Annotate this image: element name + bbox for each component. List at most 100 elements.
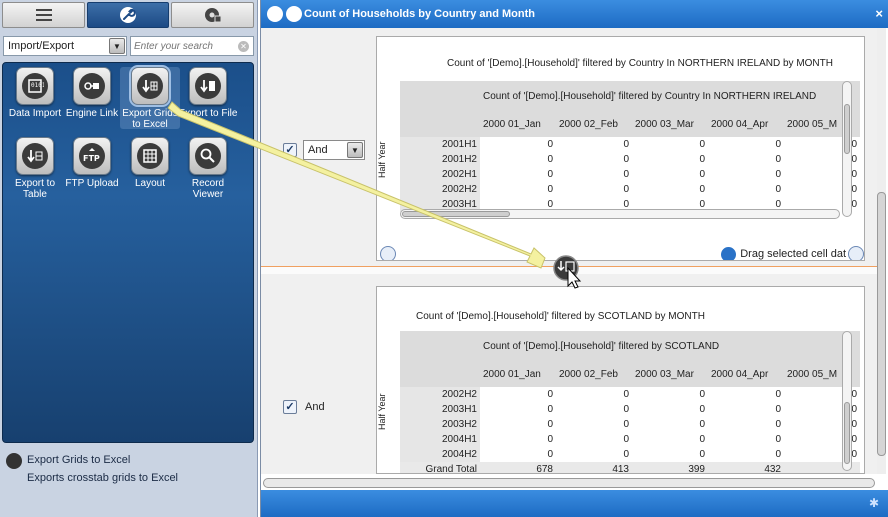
row-header[interactable]: 2004H1 [400,432,480,447]
grid-cell[interactable]: 0 [480,167,556,182]
tool-data-import[interactable]: 0101 Data Import [5,67,65,119]
grid-cell[interactable]: 0 [632,182,708,197]
row-header[interactable]: 2001H2 [400,152,480,167]
top-condition-checkbox[interactable]: ✓ [283,143,297,157]
window-hscroll[interactable] [263,478,875,488]
top-grid-panel: Count of '[Demo].[Household]' filtered b… [376,36,865,261]
grid-cell[interactable]: 0 [632,447,708,462]
grid-cell[interactable]: 0 [632,387,708,402]
tool-ftp-upload[interactable]: FTP FTP Upload [62,137,122,189]
grid-cell[interactable]: 0 [708,137,784,152]
user-icon[interactable] [267,6,283,22]
grid-cell[interactable]: 0 [708,152,784,167]
grid-cell[interactable]: 399 [632,462,708,473]
column-header[interactable]: 2000 02_Feb [556,361,632,387]
grid-cell[interactable]: 0 [708,402,784,417]
tab-settings[interactable] [171,2,254,28]
tool-layout[interactable]: Layout [120,137,180,189]
grid-cell[interactable]: 0 [556,447,632,462]
list-icon[interactable] [848,246,864,260]
grid-cell[interactable]: 0 [556,387,632,402]
grid-cell[interactable]: 0 [708,417,784,432]
grid-cell[interactable]: 0 [632,137,708,152]
layout-icon [137,143,163,169]
data-import-icon: 0101 [22,73,48,99]
row-header[interactable]: 2002H1 [400,167,480,182]
grid-cell[interactable]: 0 [480,387,556,402]
grid-cell[interactable]: 0 [480,432,556,447]
close-button[interactable]: × [875,6,883,21]
row-header[interactable]: 2002H2 [400,387,480,402]
grid-cell[interactable]: 0 [556,167,632,182]
row-header[interactable]: 2001H1 [400,137,480,152]
grid-cell[interactable]: 0 [480,402,556,417]
chevron-down-icon[interactable]: ▼ [347,142,363,158]
column-header[interactable]: 2000 02_Feb [556,111,632,137]
bottom-grid-panel: Count of '[Demo].[Household]' filtered b… [376,286,865,474]
grid-cell[interactable]: 0 [480,447,556,462]
category-select-value: Import/Export [8,40,75,52]
grid-cell[interactable]: 0 [708,182,784,197]
grid-cell[interactable]: 0 [632,152,708,167]
clear-search-icon[interactable]: ✕ [238,41,249,52]
tool-engine-link[interactable]: Engine Link [62,67,122,119]
grid-cell[interactable]: 0 [708,447,784,462]
tool-export-grids-to-excel[interactable]: Export Grids to Excel [120,65,180,130]
column-header[interactable]: 2000 01_Jan [480,361,556,387]
drag-hint: Drag selected cell dat [721,246,864,260]
row-header[interactable]: 2004H2 [400,447,480,462]
pane-divider[interactable] [261,266,877,274]
user-icon [721,246,737,260]
category-select[interactable]: Import/Export ▼ [3,36,127,56]
grid-cell[interactable]: 678 [480,462,556,473]
grid-cell[interactable]: 413 [556,462,632,473]
grid-cell[interactable]: 0 [556,137,632,152]
bottom-grid-vscroll[interactable] [842,331,852,471]
tool-info-description: Exports crosstab grids to Excel [27,472,179,484]
column-header[interactable]: 2000 03_Mar [632,111,708,137]
grid-cell[interactable]: 0 [632,432,708,447]
row-header[interactable]: 2002H2 [400,182,480,197]
grid-cell[interactable]: 0 [556,182,632,197]
top-grid-hscroll[interactable] [400,209,840,219]
tool-export-to-file[interactable]: Export to File [178,67,238,119]
expand-icon[interactable] [380,246,396,260]
grid-cell[interactable]: 0 [480,182,556,197]
row-header[interactable]: 2003H2 [400,417,480,432]
top-grid-vscroll[interactable] [842,81,852,217]
grid-cell[interactable]: 0 [556,432,632,447]
grid-cell[interactable]: 0 [556,152,632,167]
chevron-down-icon[interactable]: ▼ [109,38,125,54]
tool-palette: 0101 Data Import Engine Link Export Grid… [2,62,254,443]
row-header[interactable]: Grand Total [400,462,480,473]
bottom-condition-checkbox[interactable]: ✓ [283,400,297,414]
window-title: Count of Households by Country and Month [304,8,535,20]
grid-cell[interactable]: 0 [632,417,708,432]
grid-cell[interactable]: 432 [708,462,784,473]
resize-grip-icon[interactable]: ✱ [869,496,879,510]
column-header[interactable]: 2000 04_Apr [708,111,784,137]
row-header[interactable]: 2003H1 [400,402,480,417]
column-header[interactable]: 2000 01_Jan [480,111,556,137]
column-header[interactable]: 2000 03_Mar [632,361,708,387]
tab-tools[interactable] [87,2,169,28]
top-operator-select[interactable]: And ▼ [303,140,365,160]
column-header[interactable]: 2000 04_Apr [708,361,784,387]
grid-cell[interactable]: 0 [480,417,556,432]
grid-cell[interactable]: 0 [480,152,556,167]
search-input[interactable] [131,37,235,55]
grid-cell[interactable]: 0 [556,402,632,417]
window-vscroll[interactable] [877,28,886,474]
info-icon[interactable] [286,6,302,22]
tool-record-viewer[interactable]: Record Viewer [178,137,238,200]
tool-export-to-table[interactable]: Export to Table [5,137,65,200]
grid-cell[interactable]: 0 [708,432,784,447]
tab-menu[interactable] [2,2,85,28]
grid-cell[interactable]: 0 [632,402,708,417]
grid-cell[interactable]: 0 [708,167,784,182]
grid-cell[interactable]: 0 [556,417,632,432]
grid-cell[interactable]: 0 [480,137,556,152]
grid-cell[interactable]: 0 [632,167,708,182]
grid-cell[interactable]: 0 [708,387,784,402]
tool-label: Export to Table [14,178,56,200]
